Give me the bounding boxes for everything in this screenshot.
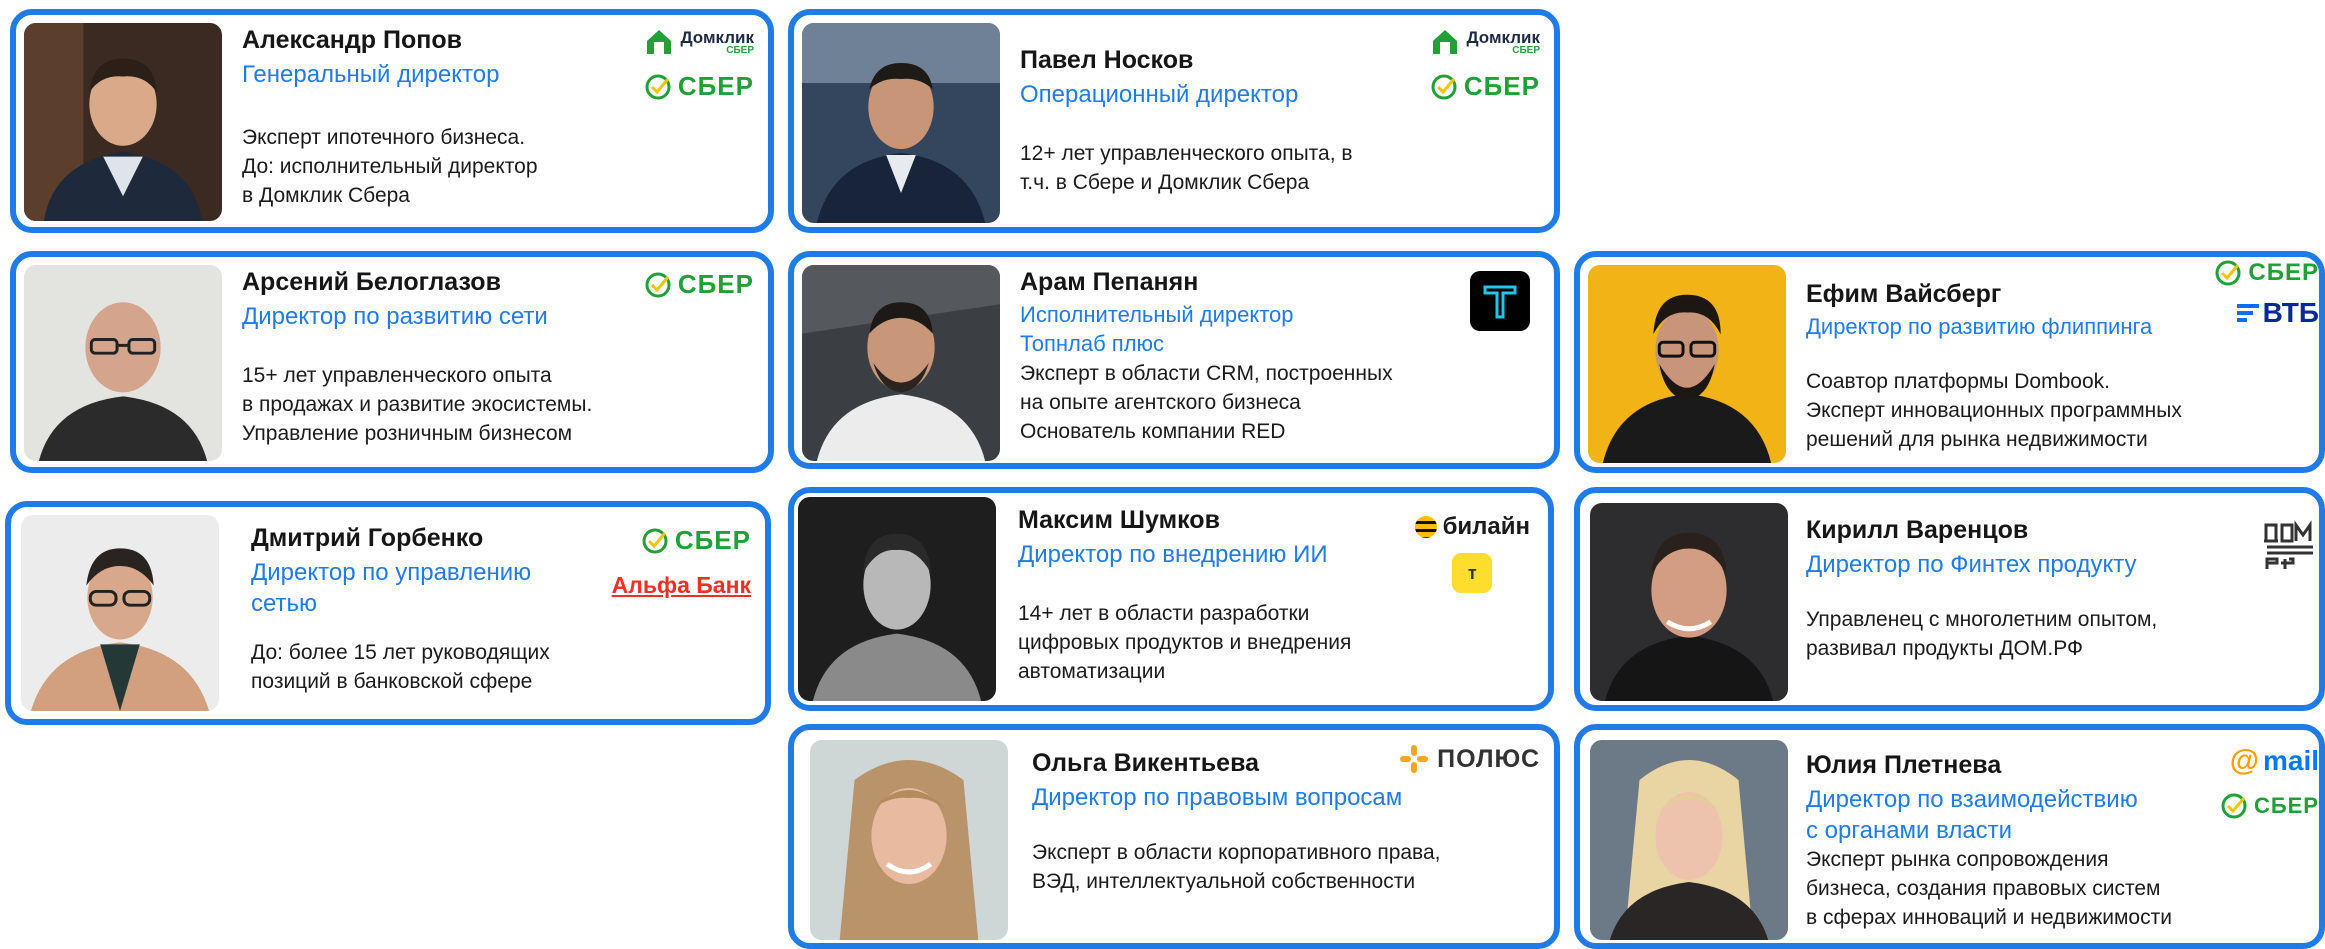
company-logos: Домклик СБЕР СБЕР bbox=[1430, 27, 1540, 102]
person-role: Директор по развитию флиппинга bbox=[1806, 314, 2153, 339]
person-role: Директор по Финтех продукту bbox=[1806, 551, 2137, 578]
person-role: Исполнительный директор Топнлаб плюс bbox=[1020, 302, 1294, 356]
at-icon: @ bbox=[2229, 744, 2259, 777]
polus-logo: ПОЛЮС bbox=[1399, 744, 1540, 774]
company-logos: Домклик СБЕР СБЕР bbox=[644, 27, 754, 102]
beeline-logo: билайн bbox=[1414, 513, 1530, 541]
person-bio: Управленец с многолетним опытом, развивал… bbox=[1806, 608, 2158, 661]
person-role: Генеральный директор bbox=[242, 61, 500, 88]
person-name: Максим Шумков bbox=[1018, 506, 1220, 534]
alfa-bank-logo: Альфа Банк bbox=[611, 572, 751, 598]
person-bio: 12+ лет управленческого опыта, в т.ч. в С… bbox=[1020, 142, 1353, 195]
mail-logo: @ mail bbox=[2229, 744, 2319, 777]
card-info: Александр Попов Генеральный директор Экс… bbox=[242, 25, 628, 211]
card-info: Арам Пепанян Исполнительный директор Топн… bbox=[1020, 267, 1414, 447]
person-role: Директор по внедрению ИИ bbox=[1018, 541, 1328, 568]
person-name: Александр Попов bbox=[242, 26, 462, 54]
sber-check-icon bbox=[645, 272, 671, 297]
sber-logo: СБЕР bbox=[2220, 792, 2319, 820]
team-card-popov: Александр Попов Генеральный директор Экс… bbox=[10, 9, 774, 233]
sber-logo: СБЕР bbox=[1430, 71, 1540, 102]
portrait-photo bbox=[21, 515, 219, 711]
sber-check-icon bbox=[2221, 793, 2247, 819]
domrf-logo bbox=[2264, 520, 2313, 569]
company-logos: СБЕР bbox=[644, 269, 754, 300]
sber-check-icon bbox=[1431, 74, 1457, 99]
company-logos bbox=[2263, 517, 2317, 571]
sber-logo: СБЕР bbox=[2214, 259, 2319, 287]
sber-logo: СБЕР bbox=[641, 525, 751, 556]
portrait-photo bbox=[798, 497, 996, 701]
team-card-beloglazov: Арсений Белоглазов Директор по развитию … bbox=[10, 251, 774, 473]
person-name: Арам Пепанян bbox=[1020, 268, 1199, 296]
tinkoff-logo: т bbox=[1452, 553, 1493, 593]
vtb-logo: ВТБ bbox=[2236, 297, 2319, 329]
sber-check-icon bbox=[2215, 260, 2241, 286]
card-info: Кирилл Варенцов Директор по Финтех проду… bbox=[1806, 515, 2179, 664]
portrait-photo bbox=[1590, 503, 1788, 701]
portrait-photo bbox=[810, 740, 1008, 940]
person-name: Дмитрий Горбенко bbox=[251, 524, 484, 552]
team-card-vaysberg: Ефим Вайсберг Директор по развитию флипп… bbox=[1574, 251, 2325, 473]
team-card-varentsov: Кирилл Варенцов Директор по Финтех проду… bbox=[1574, 487, 2325, 711]
person-role: Директор по правовым вопросам bbox=[1032, 784, 1403, 811]
toplab-logo bbox=[1470, 271, 1530, 331]
person-bio: Эксперт ипотечного бизнеса. До: исполните… bbox=[242, 126, 538, 208]
team-card-pletneva: Юлия Плетнева Директор по взаимодействию… bbox=[1574, 724, 2325, 949]
person-name: Ольга Викентьева bbox=[1032, 749, 1260, 777]
company-logos bbox=[1470, 271, 1530, 331]
sber-logo: СБЕР bbox=[644, 269, 754, 300]
team-card-shumkov: Максим Шумков Директор по внедрению ИИ 1… bbox=[788, 487, 1554, 711]
company-logos: ПОЛЮС bbox=[1399, 744, 1540, 774]
card-info: Павел Носков Операционный директор 12+ л… bbox=[1020, 25, 1414, 198]
sber-logo: СБЕР bbox=[644, 71, 754, 102]
person-role: Операционный директор bbox=[1020, 81, 1299, 108]
team-card-gorbenko: Дмитрий Горбенко Директор по управлению с… bbox=[5, 501, 771, 725]
card-info: Дмитрий Горбенко Директор по управлению с… bbox=[251, 523, 625, 697]
portrait-photo bbox=[1590, 740, 1788, 940]
person-name: Павел Носков bbox=[1020, 46, 1194, 74]
portrait-photo bbox=[802, 265, 1000, 461]
person-bio: Эксперт рынка сопровождения бизнеса, созд… bbox=[1806, 848, 2172, 930]
beeline-icon bbox=[1414, 516, 1437, 538]
portrait-photo bbox=[24, 23, 222, 221]
person-bio: 15+ лет управленческого опыта в продажах … bbox=[242, 364, 593, 446]
person-bio: Соавтор платформы Dombook. Эксперт иннова… bbox=[1806, 369, 2182, 451]
team-card-pepanyan: Арам Пепанян Исполнительный директор Топн… bbox=[788, 251, 1560, 469]
sber-check-icon bbox=[642, 528, 668, 553]
portrait-photo bbox=[802, 23, 1000, 223]
portrait-photo bbox=[1588, 265, 1786, 463]
domclick-logo: Домклик СБЕР bbox=[1430, 27, 1540, 57]
domclick-logo: Домклик СБЕР bbox=[644, 27, 754, 57]
card-info: Ольга Викентьева Директор по правовым во… bbox=[1032, 748, 1441, 897]
company-logos: СБЕР Альфа Банк bbox=[612, 525, 751, 599]
company-logos: @ mail СБЕР bbox=[2220, 744, 2319, 820]
person-role: Директор по взаимодействию с органами вла… bbox=[1806, 786, 2138, 845]
person-name: Юлия Плетнева bbox=[1806, 751, 2002, 779]
team-card-vikentieva: Ольга Викентьева Директор по правовым во… bbox=[788, 724, 1560, 949]
team-card-noskov: Павел Носков Операционный директор 12+ л… bbox=[788, 9, 1560, 233]
card-info: Юлия Плетнева Директор по взаимодействию… bbox=[1806, 750, 2179, 933]
portrait-photo bbox=[24, 265, 222, 461]
card-info: Арсений Белоглазов Директор по развитию … bbox=[242, 267, 628, 449]
person-role: Директор по развитию сети bbox=[242, 303, 548, 330]
polus-star-icon bbox=[1400, 745, 1429, 773]
person-name: Арсений Белоглазов bbox=[242, 268, 501, 296]
person-role: Директор по управлению сетью bbox=[251, 559, 532, 618]
person-bio: 14+ лет в области разработки цифровых про… bbox=[1018, 602, 1352, 684]
person-bio: Эксперт в области CRM, построенных на опы… bbox=[1020, 362, 1393, 444]
person-bio: До: более 15 лет руководящих позиций в ба… bbox=[251, 641, 550, 694]
company-logos: билайн т bbox=[1414, 513, 1530, 593]
card-info: Ефим Вайсберг Директор по развитию флипп… bbox=[1806, 279, 2182, 455]
person-bio: Эксперт в области корпоративного права, В… bbox=[1032, 841, 1441, 894]
card-info: Максим Шумков Директор по внедрению ИИ 1… bbox=[1018, 505, 1408, 687]
sber-check-icon bbox=[645, 74, 671, 99]
company-logos: СБЕР ВТБ bbox=[2214, 259, 2319, 329]
person-name: Кирилл Варенцов bbox=[1806, 516, 2029, 544]
person-name: Ефим Вайсберг bbox=[1806, 280, 2002, 308]
